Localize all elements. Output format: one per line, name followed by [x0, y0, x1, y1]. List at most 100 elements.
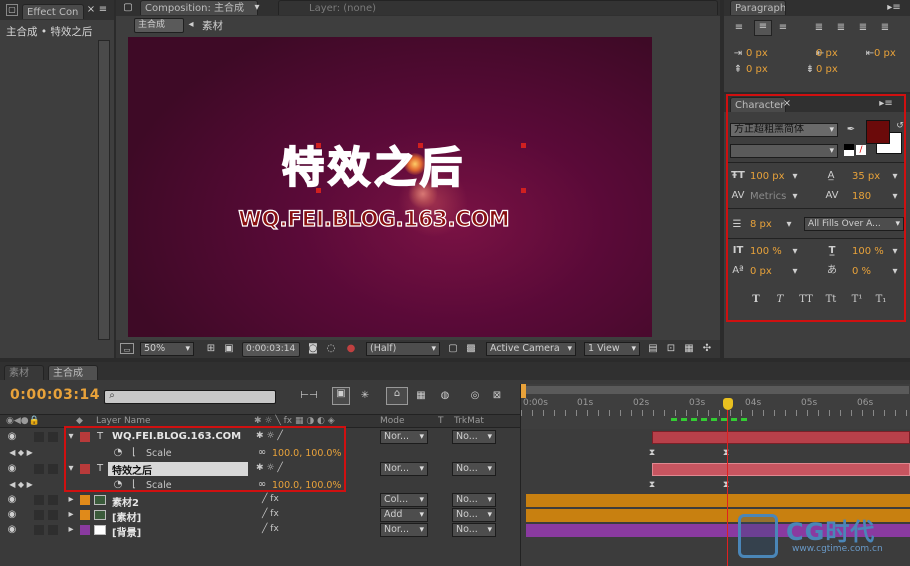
lock-switch[interactable] — [48, 464, 58, 474]
tab-main-comp[interactable]: 主合成 — [48, 365, 98, 380]
color-channels-icon[interactable]: ● — [344, 343, 358, 355]
col-mode[interactable]: Mode — [380, 416, 405, 426]
toggle-pixel-aspect-icon[interactable]: ▤ — [646, 343, 660, 355]
trkmat-select[interactable]: No... — [452, 508, 496, 522]
fill-color-swatch-front[interactable] — [866, 120, 890, 144]
timeline-icon[interactable]: ▦ — [682, 343, 696, 355]
layer-search-input[interactable] — [104, 390, 276, 404]
panel-menu-icon[interactable]: ▸≡ — [884, 2, 904, 14]
current-time-indicator-head[interactable] — [723, 398, 733, 410]
zoom-select[interactable]: 50% — [140, 342, 194, 356]
layer-switches[interactable]: ╱ fx — [262, 494, 279, 504]
time-ruler[interactable]: 0:00s 01s 02s 03s 04s 05s 06s — [520, 384, 910, 430]
keyframe-nav-icon[interactable]: ◀ ◆ ▶ — [6, 447, 36, 459]
visibility-eye-icon[interactable]: ◉ — [6, 494, 18, 506]
align-right-icon[interactable]: ≡ — [776, 22, 790, 34]
space-before-value[interactable]: 0 px — [746, 64, 768, 75]
timeline-timecode[interactable]: 0:00:03:14 — [10, 387, 100, 403]
justify-center-icon[interactable]: ≣ — [834, 22, 848, 34]
collapse-triangle-icon[interactable]: ▸ — [66, 509, 76, 521]
resolution-select[interactable]: (Half) — [366, 342, 440, 356]
blend-mode-select[interactable]: Nor... — [380, 430, 428, 444]
lock-icon[interactable]: ▢ — [6, 4, 18, 16]
breadcrumb-footage[interactable]: 素材 — [202, 18, 223, 33]
text-layer-url[interactable]: WQ.FEI.BLOG.163.COM — [128, 206, 620, 231]
trkmat-select[interactable]: No... — [452, 462, 496, 476]
solo-switch[interactable] — [34, 464, 44, 474]
visibility-eye-icon[interactable]: ◉ — [6, 509, 18, 521]
trkmat-select[interactable]: No... — [452, 430, 496, 444]
collapse-triangle-icon[interactable]: ▸ — [66, 494, 76, 506]
collapse-triangle-icon[interactable]: ▸ — [66, 524, 76, 536]
label-color-swatch[interactable] — [80, 525, 90, 535]
blend-mode-select[interactable]: Nor... — [380, 523, 428, 537]
tab-footage-comp[interactable]: 素材 — [4, 365, 44, 380]
layer-duration-bar[interactable] — [526, 494, 910, 507]
visibility-eye-icon[interactable]: ◉ — [6, 463, 18, 475]
blend-mode-select[interactable]: Nor... — [380, 462, 428, 476]
col-t[interactable]: T — [438, 416, 444, 426]
snapshot-icon[interactable]: ◙ — [306, 343, 320, 355]
blend-mode-select[interactable]: Add — [380, 508, 428, 522]
hide-shy-icon[interactable]: ⌂ — [386, 387, 408, 405]
blend-mode-select[interactable]: Col... — [380, 493, 428, 507]
handle[interactable] — [521, 188, 526, 193]
align-center-icon[interactable]: ≡ — [754, 20, 772, 36]
solo-switch[interactable] — [34, 495, 44, 505]
layer-name[interactable]: [背景] — [112, 524, 141, 539]
handle[interactable] — [316, 188, 321, 193]
col-layer-name[interactable]: Layer Name — [96, 416, 151, 426]
layer-name[interactable]: 素材2 — [112, 494, 139, 509]
camera-select[interactable]: Active Camera — [486, 342, 576, 356]
layer-duration-bar[interactable] — [652, 431, 910, 444]
frame-blending-icon[interactable]: ▦ — [412, 390, 430, 402]
current-time-indicator-line[interactable] — [727, 410, 728, 566]
tab-layer[interactable]: Layer: (none) — [278, 0, 718, 15]
draft-3d-icon[interactable]: ✳ — [356, 390, 374, 402]
flowchart-icon[interactable]: ✣ — [700, 343, 714, 355]
current-time-field[interactable]: 0:00:03:14 — [242, 342, 300, 357]
indent-right-value[interactable]: 0 px — [816, 48, 838, 59]
visibility-eye-icon[interactable]: ◉ — [6, 524, 18, 536]
align-left-icon[interactable]: ≡ — [732, 22, 746, 34]
close-icon[interactable]: × — [86, 4, 96, 16]
solo-switch[interactable] — [34, 525, 44, 535]
justify-right-icon[interactable]: ≣ — [856, 22, 870, 34]
fit-icon[interactable]: ⊞ — [204, 343, 218, 355]
dropdown-chevron-icon[interactable]: ▾ — [252, 2, 262, 14]
trkmat-select[interactable]: No... — [452, 493, 496, 507]
transparency-grid-icon[interactable]: ▩ — [464, 343, 478, 355]
justify-left-icon[interactable]: ≣ — [812, 22, 826, 34]
keyframe-icon[interactable]: ⧗ — [648, 447, 656, 459]
keyframe-icon[interactable]: ⧗ — [722, 479, 730, 491]
comp-mini-flowchart-icon[interactable]: ⊢⊣ — [300, 390, 318, 402]
region-of-interest-icon[interactable]: ▢ — [446, 343, 460, 355]
layer-name[interactable]: [素材] — [112, 509, 141, 524]
layer-row[interactable]: ◉ ▸ 素材2 ╱ fx Col... No... — [0, 493, 910, 509]
breadcrumb-main-comp[interactable]: 主合成 — [134, 18, 184, 33]
lock-switch[interactable] — [48, 495, 58, 505]
lock-icon[interactable]: ▢ — [122, 2, 134, 14]
view-layout-select[interactable]: 1 View — [584, 342, 640, 356]
work-area-bar[interactable] — [523, 386, 909, 394]
lock-switch[interactable] — [48, 510, 58, 520]
keyframe-icon[interactable]: ⧗ — [648, 479, 656, 491]
col-trkmat[interactable]: TrkMat — [454, 416, 484, 426]
handle[interactable] — [521, 143, 526, 148]
show-snapshot-icon[interactable]: ◌ — [324, 343, 338, 355]
tab-composition[interactable]: Composition: 主合成 — [140, 0, 258, 15]
visibility-eye-icon[interactable]: ◉ — [6, 431, 18, 443]
lock-switch[interactable] — [48, 432, 58, 442]
motion-blur-icon[interactable]: ◍ — [436, 390, 454, 402]
handle[interactable] — [316, 143, 321, 148]
panel-menu-icon[interactable]: ≡ — [96, 4, 110, 16]
always-preview-icon[interactable]: ▭ — [120, 343, 134, 354]
layer-switches[interactable]: ╱ fx — [262, 524, 279, 534]
handle[interactable] — [418, 143, 423, 148]
safe-area-icon[interactable]: ▣ — [222, 343, 236, 355]
indent-left-value[interactable]: 0 px — [746, 48, 768, 59]
keyframe-icon[interactable]: ⧗ — [722, 447, 730, 459]
label-color-swatch[interactable] — [80, 495, 90, 505]
layer-duration-bar[interactable] — [652, 463, 910, 476]
tab-paragraph[interactable]: Paragraph — [730, 0, 786, 15]
